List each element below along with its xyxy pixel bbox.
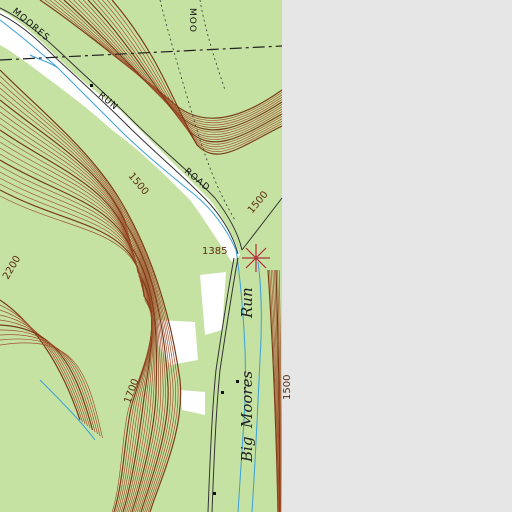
stream-label-big: Big (238, 437, 256, 463)
road-label-moo: MOO (187, 8, 197, 33)
building-3 (213, 492, 216, 495)
stream-label-moores: Moores (238, 371, 256, 429)
stream-label-run: Run (238, 287, 256, 319)
topographic-map: MOORES RUN ROAD MOO Big Moores Run 1385 … (0, 0, 512, 512)
cross-in-square-icon (242, 244, 270, 272)
spot-elevation-label: 1385 (202, 246, 227, 257)
contour-label-1500-c: 1500 (282, 375, 293, 400)
building-1 (90, 84, 93, 87)
building-2 (221, 391, 224, 394)
